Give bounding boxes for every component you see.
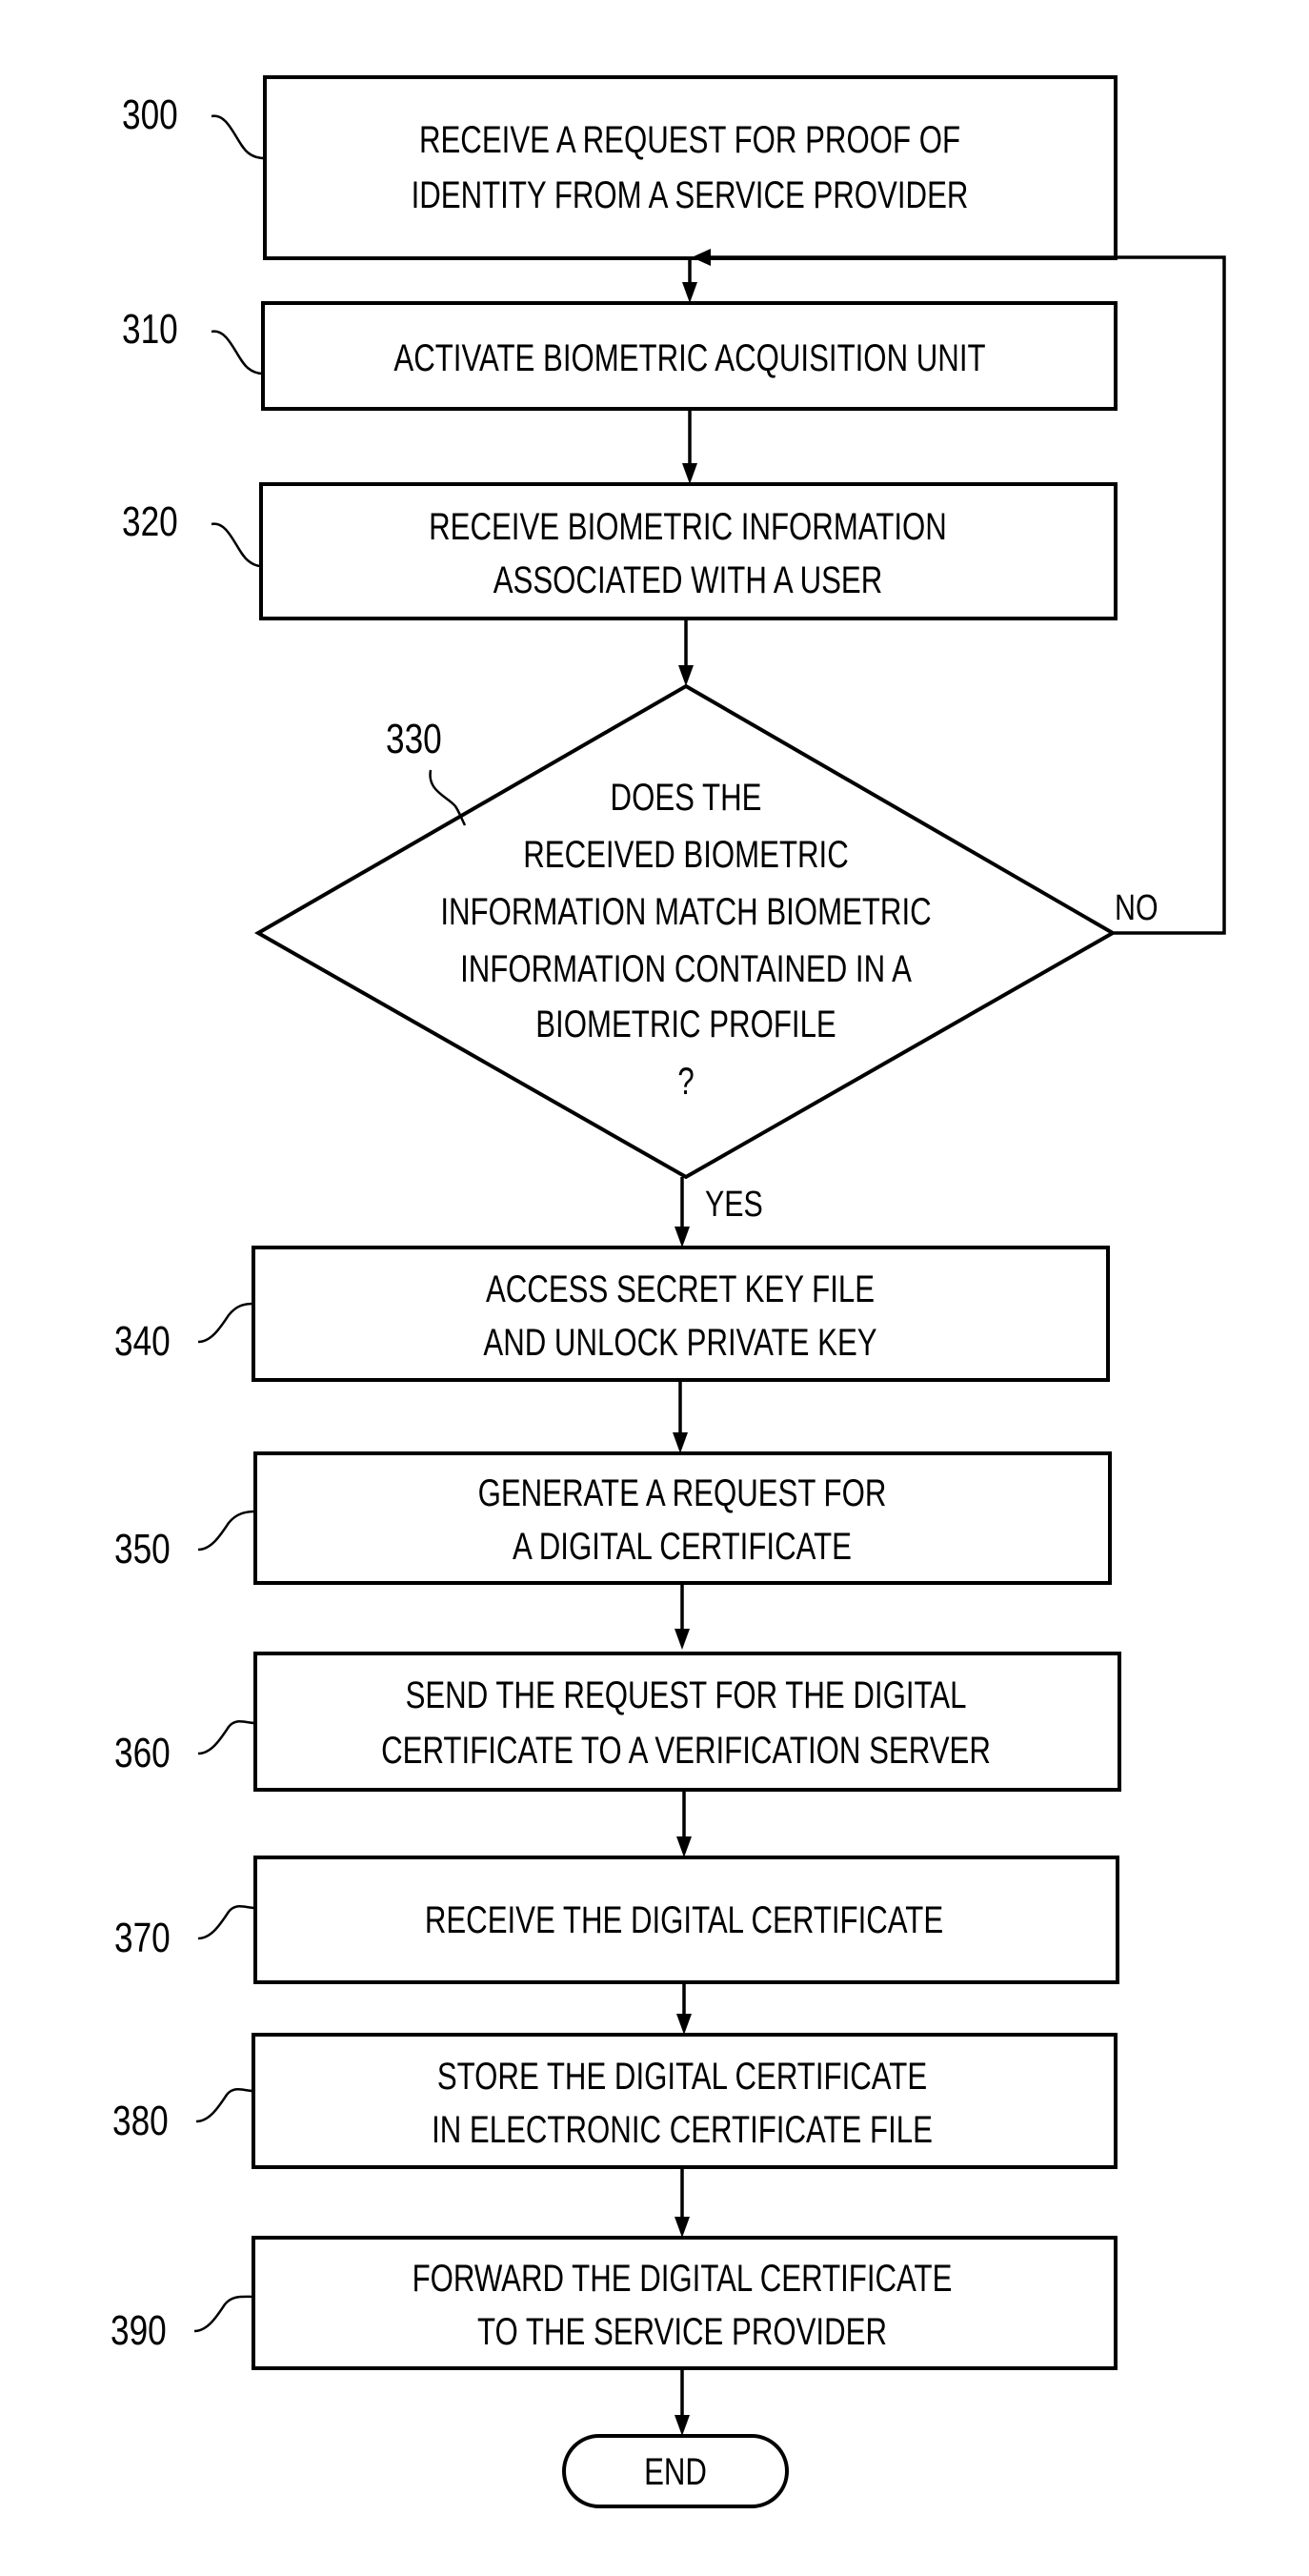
arrowhead-340 <box>675 1227 690 1247</box>
no-label: NO <box>1115 888 1158 928</box>
step-340-line-2: AND UNLOCK PRIVATE KEY <box>483 1322 876 1364</box>
step-390: FORWARD THE DIGITAL CERTIFICATE TO THE S… <box>111 2236 1118 2370</box>
step-300-line-1: RECEIVE A REQUEST FOR PROOF OF <box>419 119 960 161</box>
arrowhead-380 <box>676 2014 692 2035</box>
step-370: RECEIVE THE DIGITAL CERTIFICATE 370 <box>114 1856 1119 1984</box>
step-370-line-1: RECEIVE THE DIGITAL CERTIFICATE <box>425 1899 943 1941</box>
step-380-line-2: IN ELECTRONIC CERTIFICATE FILE <box>432 2109 933 2151</box>
leader-300 <box>211 114 266 160</box>
arrowhead-end <box>675 2415 690 2436</box>
step-390-line-2: TO THE SERVICE PROVIDER <box>477 2311 887 2353</box>
ref-label-300: 300 <box>122 91 178 138</box>
leader-350 <box>197 1510 256 1552</box>
step-380-line-1: STORE THE DIGITAL CERTIFICATE <box>437 2056 927 2098</box>
end-terminal: END <box>562 2434 789 2508</box>
step-300-box <box>263 75 1118 260</box>
flowchart: RECEIVE A REQUEST FOR PROOF OF IDENTITY … <box>111 75 1226 2508</box>
step-390-line-1: FORWARD THE DIGITAL CERTIFICATE <box>413 2258 953 2300</box>
leader-370 <box>197 1905 256 1940</box>
arrowhead-360 <box>675 1629 690 1650</box>
arrowhead-330 <box>678 665 694 686</box>
arrowhead-320 <box>682 463 697 484</box>
step-350: GENERATE A REQUEST FOR A DIGITAL CERTIFI… <box>114 1451 1112 1585</box>
ref-label-330: 330 <box>386 716 442 762</box>
arrowhead-310 <box>682 282 697 303</box>
end-label: END <box>644 2451 707 2493</box>
leader-380 <box>195 2088 254 2123</box>
leader-320 <box>211 522 262 568</box>
ref-label-360: 360 <box>114 1730 171 1776</box>
decision-330: DOES THE RECEIVED BIOMETRIC INFORMATION … <box>253 683 1158 1225</box>
leader-340 <box>197 1302 254 1344</box>
decision-330-line-2: RECEIVED BIOMETRIC <box>523 834 849 876</box>
ref-label-380: 380 <box>112 2098 169 2144</box>
step-300-line-2: IDENTITY FROM A SERVICE PROVIDER <box>412 174 969 216</box>
step-340-line-1: ACCESS SECRET KEY FILE <box>486 1268 875 1310</box>
step-320-line-1: RECEIVE BIOMETRIC INFORMATION <box>429 506 947 548</box>
leader-390 <box>193 2295 254 2333</box>
step-300: RECEIVE A REQUEST FOR PROOF OF IDENTITY … <box>122 75 1118 260</box>
step-310: ACTIVATE BIOMETRIC ACQUISITION UNIT 310 <box>122 301 1118 411</box>
ref-label-310: 310 <box>122 306 178 353</box>
step-350-line-1: GENERATE A REQUEST FOR <box>478 1472 887 1514</box>
arrowhead-370 <box>676 1836 692 1857</box>
step-360: SEND THE REQUEST FOR THE DIGITAL CERTIFI… <box>114 1652 1121 1792</box>
ref-label-390: 390 <box>111 2307 167 2354</box>
ref-label-340: 340 <box>114 1318 171 1365</box>
decision-330-line-1: DOES THE <box>611 777 762 819</box>
decision-330-line-5: BIOMETRIC PROFILE <box>535 1004 836 1045</box>
ref-label-370: 370 <box>114 1915 171 1961</box>
decision-330-line-4: INFORMATION CONTAINED IN A <box>460 948 912 990</box>
yes-label: YES <box>705 1185 763 1225</box>
arrowhead-350 <box>673 1432 688 1453</box>
decision-330-line-3: INFORMATION MATCH BIOMETRIC <box>440 891 931 933</box>
step-350-line-2: A DIGITAL CERTIFICATE <box>513 1526 852 1568</box>
ref-label-350: 350 <box>114 1526 171 1572</box>
step-320: RECEIVE BIOMETRIC INFORMATION ASSOCIATED… <box>122 482 1118 620</box>
decision-330-line-6: ? <box>677 1061 694 1103</box>
arrowhead-390 <box>675 2217 690 2238</box>
step-360-line-1: SEND THE REQUEST FOR THE DIGITAL <box>406 1674 967 1716</box>
ref-label-320: 320 <box>122 498 178 545</box>
step-340: ACCESS SECRET KEY FILE AND UNLOCK PRIVAT… <box>114 1246 1110 1382</box>
leader-310 <box>211 330 264 375</box>
step-360-line-2: CERTIFICATE TO A VERIFICATION SERVER <box>381 1730 991 1772</box>
step-380: STORE THE DIGITAL CERTIFICATE IN ELECTRO… <box>112 2033 1118 2169</box>
leader-360 <box>197 1720 256 1755</box>
step-310-line-1: ACTIVATE BIOMETRIC ACQUISITION UNIT <box>393 337 985 379</box>
step-320-line-2: ASSOCIATED WITH A USER <box>493 559 883 601</box>
